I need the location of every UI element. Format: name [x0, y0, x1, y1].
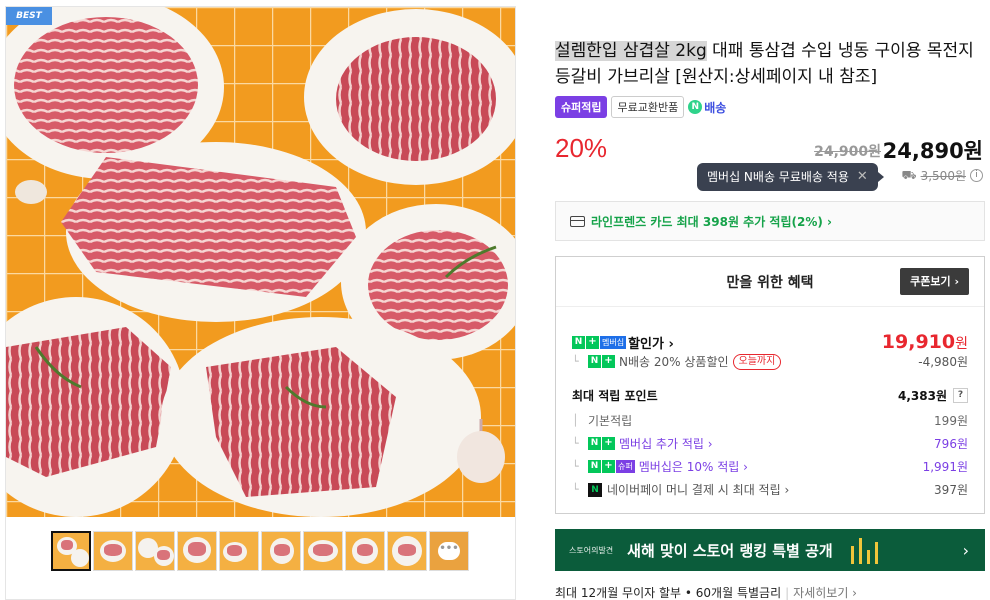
tooltip-text: 멤버십 N배송 무료배송 적용 — [707, 170, 849, 184]
thumbnail-6[interactable] — [261, 531, 301, 571]
membership-points-row: └ N + 멤버십 추가 적립 › 796원 — [572, 435, 968, 452]
thumbnail-9[interactable] — [387, 531, 427, 571]
truck-icon: ⛟ — [901, 167, 917, 182]
pork-plates-illustration — [6, 7, 515, 517]
thumbnail-8[interactable] — [345, 531, 385, 571]
naver-n-icon: N — [588, 460, 601, 473]
super-points-badge: 슈퍼적립 — [555, 96, 608, 118]
n-delivery-discount-label: N배송 20% 상품할인 — [619, 355, 729, 369]
free-shipping-tooltip: 멤버십 N배송 무료배송 적용 ✕ — [697, 163, 884, 191]
product-title-highlight: 설렘한입 삼겹살 2kg — [555, 41, 707, 61]
thumbnail-strip: ••• — [51, 531, 469, 573]
base-points-label: 기본적립 — [588, 414, 633, 428]
won-unit: 원 — [955, 336, 968, 352]
banner-trophy-icon — [849, 536, 879, 564]
credit-card-icon — [570, 215, 585, 227]
base-points-row: │ 기본적립 199원 — [572, 412, 968, 429]
tree-connector: │ — [572, 414, 579, 427]
thumbnail-more[interactable]: ••• — [429, 531, 469, 571]
discount-rate: 20% — [555, 133, 608, 163]
today-only-badge: 오늘까지 — [732, 353, 782, 370]
installment-more-link[interactable]: 자세히보기 › — [793, 586, 857, 600]
ellipsis-icon: ••• — [438, 542, 460, 560]
divider: | — [785, 586, 790, 600]
naver-n-icon: N — [572, 335, 585, 349]
help-icon[interactable]: ? — [953, 388, 968, 403]
product-info: 설렘한입 삼겹살 2kg 대패 통삼겹 수입 냉동 구이용 목전지 등갈비 가브… — [555, 0, 985, 600]
thumbnail-7[interactable] — [303, 531, 343, 571]
thumbnail-2[interactable] — [93, 531, 133, 571]
original-price: 24,900원 — [814, 144, 881, 160]
tree-connector: └ — [572, 437, 579, 450]
discount-price-row: N + 멤버십 할인가 › 19,910원 — [572, 331, 968, 353]
n-delivery-label: 배송 — [704, 100, 727, 115]
free-return-badge: 무료교환반품 — [611, 96, 685, 118]
benefits-header: 만을 위한 혜택 쿠폰보기 › — [556, 257, 984, 307]
plus-icon: + — [602, 355, 615, 368]
n-delivery-badge: N 배송 — [688, 99, 726, 116]
points-row: 최대 적립 포인트 4,383원 ? — [572, 387, 968, 404]
installment-text: 최대 12개월 무이자 할부 • 60개월 특별금리 — [555, 586, 782, 600]
coupon-button[interactable]: 쿠폰보기 › — [900, 268, 969, 295]
n-delivery-discount-row: └ N + N배송 20% 상품할인 오늘까지 -4,980원 — [572, 353, 968, 370]
discount-price-number: 19,910 — [881, 331, 956, 353]
best-badge: BEST — [6, 7, 52, 25]
sale-price: 24,890원 — [882, 139, 983, 163]
thumbnail-1[interactable] — [51, 531, 91, 571]
banner-text: 새해 맞이 스토어 랭킹 특별 공개 — [627, 541, 833, 560]
membership10-points-link[interactable]: 멤버십은 10% 적립 › — [639, 458, 748, 475]
benefits-panel: 만을 위한 혜택 쿠폰보기 › N + 멤버십 할인가 › 19,910원 └ N +… — [555, 256, 985, 514]
tree-connector: └ — [572, 355, 579, 368]
points-label: 최대 적립 포인트 — [572, 389, 658, 403]
thumbnail-5[interactable] — [219, 531, 259, 571]
base-points-value: 199원 — [934, 414, 968, 428]
points-value: 4,383원 — [898, 389, 947, 403]
thumbnail-3[interactable] — [135, 531, 175, 571]
super-tag: 슈퍼 — [616, 460, 635, 473]
npay-points-row: └ N 네이버페이 머니 결제 시 최대 적립 › 397원 — [572, 481, 968, 498]
discount-price-value: 19,910원 — [882, 331, 968, 353]
plus-icon: + — [602, 460, 615, 473]
installment-info: 최대 12개월 무이자 할부 • 60개월 특별금리 | 자세히보기 › — [555, 584, 857, 600]
thumbnail-4[interactable] — [177, 531, 217, 571]
product-title: 설렘한입 삼겹살 2kg 대패 통삼겹 수입 냉동 구이용 목전지 등갈비 가브… — [555, 38, 985, 90]
product-badges: 슈퍼적립 무료교환반품 N 배송 — [555, 96, 726, 118]
product-main-image[interactable]: BEST — [6, 7, 515, 517]
card-promo-button[interactable]: 라인프렌즈 카드 최대 398원 추가 적립(2%) › — [555, 201, 985, 241]
tree-connector: └ — [572, 483, 579, 496]
tree-connector: └ — [572, 460, 579, 473]
membership10-points-row: └ N + 슈퍼 멤버십은 10% 적립 › 1,991원 — [572, 458, 968, 475]
info-icon[interactable]: i — [970, 169, 983, 182]
banner-logo: 스토어의발견 — [569, 545, 614, 555]
store-ranking-banner[interactable]: 스토어의발견 새해 맞이 스토어 랭킹 특별 공개 › — [555, 529, 985, 571]
membership-points-link[interactable]: 멤버십 추가 적립 › — [619, 435, 713, 452]
plus-icon: + — [586, 335, 599, 349]
n-delivery-discount-value: -4,980원 — [918, 355, 968, 369]
plus-icon: + — [602, 437, 615, 450]
product-gallery: BEST ••• — [5, 6, 516, 600]
n-delivery-icon: N — [688, 100, 703, 114]
chevron-right-icon: › — [962, 540, 969, 560]
shipping-fee: ⛟ 3,500원 i — [901, 167, 983, 184]
close-icon[interactable]: ✕ — [857, 163, 868, 191]
membership10-points-value: 1,991원 — [922, 460, 968, 474]
discount-price-link[interactable]: 할인가 › — [628, 333, 674, 352]
npay-points-value: 397원 — [934, 483, 968, 497]
membership-tag: 멤버십 — [600, 335, 627, 349]
npay-points-link[interactable]: 네이버페이 머니 결제 시 최대 적립 › — [607, 481, 789, 498]
membership-points-value: 796원 — [934, 437, 968, 451]
naver-n-icon: N — [588, 355, 601, 368]
card-promo-text: 라인프렌즈 카드 최대 398원 추가 적립(2%) › — [591, 214, 832, 229]
naver-n-icon: N — [588, 437, 601, 450]
shipping-fee-value: 3,500원 — [920, 169, 966, 183]
naver-pay-icon: N — [588, 482, 602, 497]
